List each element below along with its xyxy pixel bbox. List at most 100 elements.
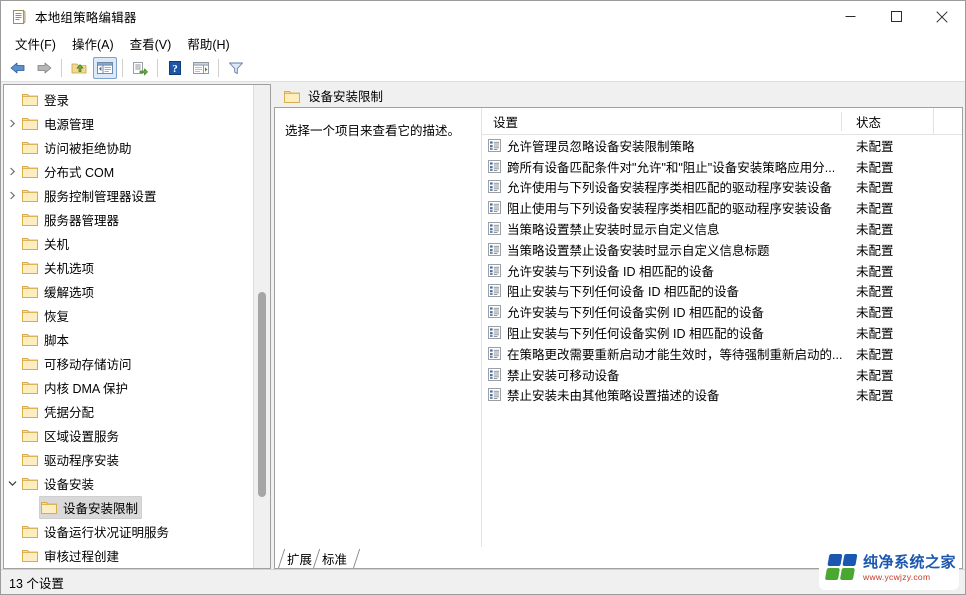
settings-list-row[interactable]: 跨所有设备匹配条件对"允许"和"阻止"设备安装策略应用分... 未配置 bbox=[482, 156, 962, 177]
folder-icon bbox=[284, 89, 300, 103]
tree-item-4[interactable]: 服务控制管理器设置 bbox=[4, 183, 270, 207]
main-content: 登录 电源管理访问被拒绝协助分布式 COM 服务控制管理器设置服务器管理器关机关机选… bbox=[1, 82, 965, 569]
tree-item-1[interactable]: 电源管理 bbox=[4, 111, 270, 135]
settings-list-row[interactable]: 阻止安装与下列任何设备实例 ID 相匹配的设备 未配置 bbox=[482, 322, 962, 343]
tree-item-label: 访问被拒绝协助 bbox=[44, 141, 132, 156]
setting-state-cell: 未配置 bbox=[856, 243, 894, 258]
toolbar: ? bbox=[1, 55, 965, 82]
setting-name-text: 当策略设置禁止安装时显示自定义信息 bbox=[507, 223, 720, 238]
show-hide-action-pane-button[interactable] bbox=[189, 57, 213, 79]
tree-item-label: 驱动程序安装 bbox=[44, 453, 120, 468]
tree-scrollbar-thumb[interactable] bbox=[258, 292, 266, 497]
setting-name-cell: 允许安装与下列任何设备实例 ID 相匹配的设备 bbox=[482, 302, 842, 321]
tree-item-18[interactable]: 设备运行状况证明服务 bbox=[4, 519, 270, 543]
settings-list-row[interactable]: 阻止使用与下列设备安装程序类相匹配的驱动程序安装设备 未配置 bbox=[482, 197, 962, 218]
tree-item-label: 设备运行状况证明服务 bbox=[44, 525, 170, 540]
tree-item-label: 脚本 bbox=[44, 333, 70, 348]
tree-item-15[interactable]: 驱动程序安装 bbox=[4, 447, 270, 471]
export-list-button[interactable] bbox=[128, 57, 152, 79]
folder-icon bbox=[22, 236, 38, 250]
settings-list-row[interactable]: 当策略设置禁止设备安装时显示自定义信息标题 未配置 bbox=[482, 239, 962, 260]
setting-name-cell: 允许管理员忽略设备安装限制策略 bbox=[482, 136, 842, 155]
tree-item-label: 缓解选项 bbox=[44, 285, 95, 300]
tab-extended[interactable]: 扩展 bbox=[279, 549, 319, 568]
tree-item-label: 关机选项 bbox=[44, 261, 95, 276]
settings-list-row[interactable]: 禁止安装可移动设备 未配置 bbox=[482, 364, 962, 385]
tree-vertical-scrollbar[interactable] bbox=[253, 85, 270, 568]
tree-item-5[interactable]: 服务器管理器 bbox=[4, 207, 270, 231]
chevron-right-icon[interactable] bbox=[4, 183, 20, 207]
folder-icon bbox=[22, 260, 38, 274]
tree-twisty-placeholder bbox=[4, 543, 20, 567]
close-button[interactable] bbox=[919, 1, 965, 32]
menu-help[interactable]: 帮助(H) bbox=[179, 32, 237, 55]
tab-extended-label: 扩展 bbox=[287, 553, 313, 567]
chevron-right-icon[interactable] bbox=[4, 159, 20, 183]
settings-list-row[interactable]: 在策略更改需要重新启动才能生效时，等待强制重新启动的... 未配置 bbox=[482, 343, 962, 364]
tree-item-17[interactable]: 设备安装限制 bbox=[4, 495, 270, 519]
policy-setting-icon bbox=[488, 222, 501, 236]
folder-icon bbox=[22, 356, 38, 370]
settings-list-row[interactable]: 允许安装与下列设备 ID 相匹配的设备 未配置 bbox=[482, 260, 962, 281]
tree-item-10[interactable]: 脚本 bbox=[4, 327, 270, 351]
settings-list-row[interactable]: 允许管理员忽略设备安装限制策略 未配置 bbox=[482, 135, 962, 156]
tree-item-3[interactable]: 分布式 COM bbox=[4, 159, 270, 183]
tree-item-20[interactable]: 受信任的平台模块服务 bbox=[4, 567, 270, 568]
setting-name-cell: 允许使用与下列设备安装程序类相匹配的驱动程序安装设备 bbox=[482, 177, 842, 196]
help-button[interactable]: ? bbox=[163, 57, 187, 79]
policy-setting-icon bbox=[488, 326, 501, 340]
settings-list-row[interactable]: 允许使用与下列设备安装程序类相匹配的驱动程序安装设备 未配置 bbox=[482, 177, 962, 198]
tree-item-label: 可移动存储访问 bbox=[44, 357, 132, 372]
folder-icon bbox=[22, 284, 38, 298]
chevron-right-icon[interactable] bbox=[4, 111, 20, 135]
forward-button[interactable] bbox=[32, 57, 56, 79]
filter-button[interactable] bbox=[224, 57, 248, 79]
back-button[interactable] bbox=[6, 57, 30, 79]
menu-view[interactable]: 查看(V) bbox=[122, 32, 180, 55]
minimize-button[interactable] bbox=[827, 1, 873, 32]
menu-action[interactable]: 操作(A) bbox=[64, 32, 122, 55]
setting-name-text: 阻止安装与下列任何设备实例 ID 相匹配的设备 bbox=[507, 327, 764, 342]
toolbar-separator-2 bbox=[122, 59, 123, 77]
column-header-setting[interactable]: 设置 bbox=[482, 112, 841, 131]
tree-item-13[interactable]: 凭据分配 bbox=[4, 399, 270, 423]
tree-twisty-placeholder bbox=[4, 447, 20, 471]
tree-item-6[interactable]: 关机 bbox=[4, 231, 270, 255]
tree-item-0[interactable]: 登录 bbox=[4, 87, 270, 111]
details-pane-body: 选择一个项目来查看它的描述。 设置 状态 允许管理员忽略设备安装限制策略 未配置跨… bbox=[274, 107, 963, 547]
tree-item-7[interactable]: 关机选项 bbox=[4, 255, 270, 279]
settings-list-row[interactable]: 禁止安装未由其他策略设置描述的设备 未配置 bbox=[482, 385, 962, 406]
settings-list-row[interactable]: 允许安装与下列任何设备实例 ID 相匹配的设备 未配置 bbox=[482, 301, 962, 322]
tree-item-2[interactable]: 访问被拒绝协助 bbox=[4, 135, 270, 159]
tab-standard[interactable]: 标准 bbox=[314, 549, 354, 568]
chevron-down-icon[interactable] bbox=[4, 471, 20, 495]
tree-item-label: 关机 bbox=[44, 237, 70, 252]
tree-item-9[interactable]: 恢复 bbox=[4, 303, 270, 327]
tree-item-label: 服务控制管理器设置 bbox=[44, 189, 157, 204]
policy-setting-icon bbox=[488, 388, 501, 402]
show-hide-console-tree-button[interactable] bbox=[93, 57, 117, 79]
window-title: 本地组策略编辑器 bbox=[35, 11, 137, 25]
tree-item-14[interactable]: 区域设置服务 bbox=[4, 423, 270, 447]
tree-item-11[interactable]: 可移动存储访问 bbox=[4, 351, 270, 375]
tree-twisty-placeholder bbox=[4, 519, 20, 543]
tree-item-12[interactable]: 内核 DMA 保护 bbox=[4, 375, 270, 399]
folder-up-button[interactable] bbox=[67, 57, 91, 79]
maximize-button[interactable] bbox=[873, 1, 919, 32]
tree-item-16[interactable]: 设备安装 bbox=[4, 471, 270, 495]
folder-icon bbox=[22, 116, 38, 130]
settings-list-row[interactable]: 当策略设置禁止安装时显示自定义信息 未配置 bbox=[482, 218, 962, 239]
console-tree-list: 登录 电源管理访问被拒绝协助分布式 COM 服务控制管理器设置服务器管理器关机关机选… bbox=[4, 85, 270, 568]
description-text: 选择一个项目来查看它的描述。 bbox=[285, 124, 461, 138]
setting-name-cell: 在策略更改需要重新启动才能生效时，等待强制重新启动的... bbox=[482, 344, 842, 363]
menu-file[interactable]: 文件(F) bbox=[7, 32, 64, 55]
folder-icon bbox=[22, 404, 38, 418]
folder-icon bbox=[22, 212, 38, 226]
tree-twisty-placeholder bbox=[4, 327, 20, 351]
tree-twisty-placeholder bbox=[4, 375, 20, 399]
column-header-state[interactable]: 状态 bbox=[841, 111, 933, 131]
tree-item-8[interactable]: 缓解选项 bbox=[4, 279, 270, 303]
site-watermark: 纯净系统之家 www.ycwjzy.com bbox=[819, 546, 959, 590]
settings-list-row[interactable]: 阻止安装与下列任何设备 ID 相匹配的设备 未配置 bbox=[482, 281, 962, 302]
tree-item-19[interactable]: 审核过程创建 bbox=[4, 543, 270, 567]
